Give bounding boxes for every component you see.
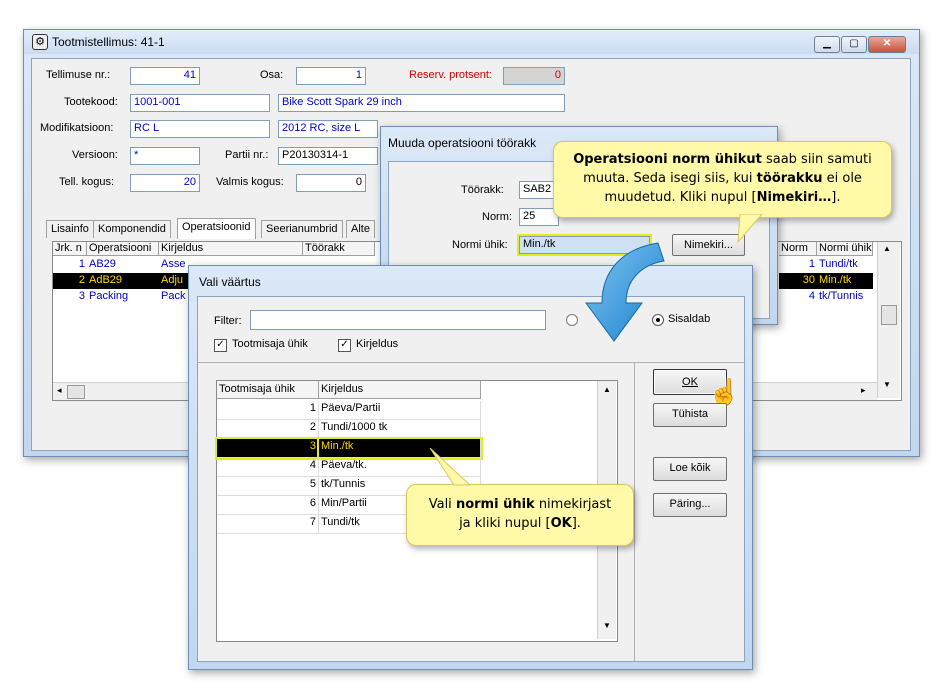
chk-unit-checkbox[interactable]: ✓ bbox=[214, 339, 227, 352]
callout-top-pointer bbox=[737, 214, 763, 244]
table-row-1-nr[interactable]: 1 bbox=[53, 257, 87, 273]
part-label: Osa: bbox=[260, 69, 284, 81]
list-scroll-up-icon[interactable]: ▲ bbox=[603, 385, 611, 394]
col-header-norm[interactable]: Norm bbox=[779, 242, 817, 256]
product-name-field: Bike Scott Spark 29 inch bbox=[278, 94, 565, 112]
select-dialog-title: Vali väärtus bbox=[199, 275, 261, 289]
radio-starts-with[interactable] bbox=[566, 314, 578, 326]
scroll-right-icon[interactable]: ▸ bbox=[861, 385, 866, 396]
scroll-thumb[interactable] bbox=[881, 305, 897, 325]
blue-arrow-icon bbox=[585, 242, 665, 342]
list-item-desc[interactable]: Päeva/Partii bbox=[319, 401, 481, 420]
list-item-unit[interactable]: 5 bbox=[217, 477, 319, 496]
chk-desc-label: Kirjeldus bbox=[356, 338, 399, 350]
cancel-button[interactable]: Tühista bbox=[653, 403, 727, 427]
col-header-norm-unit[interactable]: Normi ühik bbox=[817, 242, 873, 256]
version-label: Versioon: bbox=[72, 149, 118, 161]
col-header-nr[interactable]: Jrk. n bbox=[53, 242, 87, 256]
modification-field[interactable]: RC L bbox=[130, 120, 270, 138]
col-header-desc[interactable]: Kirjeldus bbox=[319, 381, 481, 399]
app-gear-icon: ⚙ bbox=[32, 34, 48, 50]
divider bbox=[198, 362, 744, 363]
tab-seerianumbrid[interactable]: Seerianumbrid bbox=[261, 220, 343, 238]
order-field[interactable]: 41 bbox=[130, 67, 200, 85]
product-code-label: Tootekood: bbox=[64, 96, 118, 108]
list-item-unit[interactable]: 1 bbox=[217, 401, 319, 420]
maximize-button[interactable]: ▢ bbox=[841, 36, 867, 53]
col-header-operation[interactable]: Operatsiooni bbox=[87, 242, 159, 256]
ready-qty-field[interactable]: 0 bbox=[296, 174, 366, 192]
col-header-workcell[interactable]: Töörakk bbox=[303, 242, 375, 256]
query-button[interactable]: Päring... bbox=[653, 493, 727, 517]
h-scroll-thumb[interactable] bbox=[67, 385, 85, 399]
callout-bottom-text: Vali normi ühik nimekirjast ja kliki nup… bbox=[428, 497, 612, 531]
table-row-3-nr[interactable]: 3 bbox=[53, 289, 87, 305]
list-item-unit[interactable]: 2 bbox=[217, 420, 319, 439]
tab-alte[interactable]: Alte bbox=[346, 220, 375, 238]
norm-label: Norm: bbox=[482, 211, 512, 223]
scroll-left-icon[interactable]: ◂ bbox=[57, 385, 62, 396]
col-header-description[interactable]: Kirjeldus bbox=[159, 242, 303, 256]
product-code-field[interactable]: 1001-001 bbox=[130, 94, 270, 112]
hand-cursor-icon: ☝ bbox=[708, 377, 741, 407]
part-field[interactable]: 1 bbox=[296, 67, 366, 85]
version-field[interactable]: * bbox=[130, 147, 200, 165]
scroll-down-icon[interactable]: ▼ bbox=[883, 380, 891, 389]
table-row-1-unit[interactable]: Tundi/tk bbox=[817, 257, 873, 273]
table-row-1-norm[interactable]: 1 bbox=[779, 257, 817, 273]
callout-bottom: Vali normi ühik nimekirjast ja kliki nup… bbox=[406, 484, 634, 546]
list-item-unit[interactable]: 3 bbox=[217, 439, 319, 458]
workcell-label: Töörakk: bbox=[461, 184, 504, 196]
main-title-bar: ⚙ Tootmistellimus: 41-1 ▁ ▢ ✕ bbox=[24, 30, 919, 54]
change-dialog-title: Muuda operatsiooni töörakk bbox=[388, 136, 537, 150]
reserve-field: 0 bbox=[503, 67, 565, 85]
table-row-2-nr[interactable]: 2 bbox=[53, 273, 87, 289]
filter-label: Filter: bbox=[214, 315, 242, 327]
list-item-unit[interactable]: 7 bbox=[217, 515, 319, 534]
tab-operatsioonid[interactable]: Operatsioonid bbox=[177, 218, 256, 239]
modification-label: Modifikatsioon: bbox=[40, 122, 114, 134]
callout-top-text: Operatsiooni norm ühikut saab siin samut… bbox=[573, 152, 872, 205]
table-row-3-unit[interactable]: tk/Tunnis bbox=[817, 289, 873, 305]
chk-unit-label: Tootmisaja ühik bbox=[232, 338, 308, 350]
table-row-3-norm[interactable]: 4 bbox=[779, 289, 817, 305]
callout-top: Operatsiooni norm ühikut saab siin samut… bbox=[553, 141, 892, 218]
vertical-divider bbox=[634, 362, 635, 661]
close-button[interactable]: ✕ bbox=[868, 36, 906, 53]
ready-qty-label: Valmis kogus: bbox=[216, 176, 284, 188]
reserve-label: Reserv. protsent: bbox=[409, 69, 492, 81]
table-row-3-op[interactable]: Packing bbox=[87, 289, 159, 305]
order-label: Tellimuse nr.: bbox=[46, 69, 111, 81]
table-row-1-op[interactable]: AB29 bbox=[87, 257, 159, 273]
order-qty-label: Tell. kogus: bbox=[59, 176, 115, 188]
main-window-title: Tootmistellimus: 41-1 bbox=[52, 35, 165, 49]
callout-bottom-pointer bbox=[429, 448, 472, 486]
modification-desc-field: 2012 RC, size L bbox=[278, 120, 378, 138]
chk-desc-checkbox[interactable]: ✓ bbox=[338, 339, 351, 352]
list-item-desc[interactable]: Tundi/1000 tk bbox=[319, 420, 481, 439]
norm-unit-label: Normi ühik: bbox=[452, 239, 508, 251]
filter-input[interactable] bbox=[250, 310, 546, 330]
col-header-unit[interactable]: Tootmisaja ühik bbox=[217, 381, 319, 399]
batch-label: Partii nr.: bbox=[225, 149, 269, 161]
list-scroll-down-icon[interactable]: ▼ bbox=[603, 621, 611, 630]
tab-komponendid[interactable]: Komponendid bbox=[93, 220, 171, 238]
order-qty-field[interactable]: 20 bbox=[130, 174, 200, 192]
list-item-unit[interactable]: 4 bbox=[217, 458, 319, 477]
scroll-up-icon[interactable]: ▲ bbox=[883, 244, 891, 253]
ops-vertical-scrollbar[interactable]: ▲ ▼ bbox=[877, 242, 900, 398]
tab-lisainfo[interactable]: Lisainfo bbox=[46, 220, 94, 238]
batch-field[interactable]: P20130314-1 bbox=[278, 147, 378, 165]
load-all-button[interactable]: Loe kõik bbox=[653, 457, 727, 481]
table-row-2-op[interactable]: AdB29 bbox=[87, 273, 159, 289]
table-row-2-unit[interactable]: Min./tk bbox=[817, 273, 873, 289]
ok-button-label: OK bbox=[682, 376, 698, 388]
minimize-button[interactable]: ▁ bbox=[814, 36, 840, 53]
list-item-unit[interactable]: 6 bbox=[217, 496, 319, 515]
table-row-2-norm[interactable]: 30 bbox=[779, 273, 817, 289]
